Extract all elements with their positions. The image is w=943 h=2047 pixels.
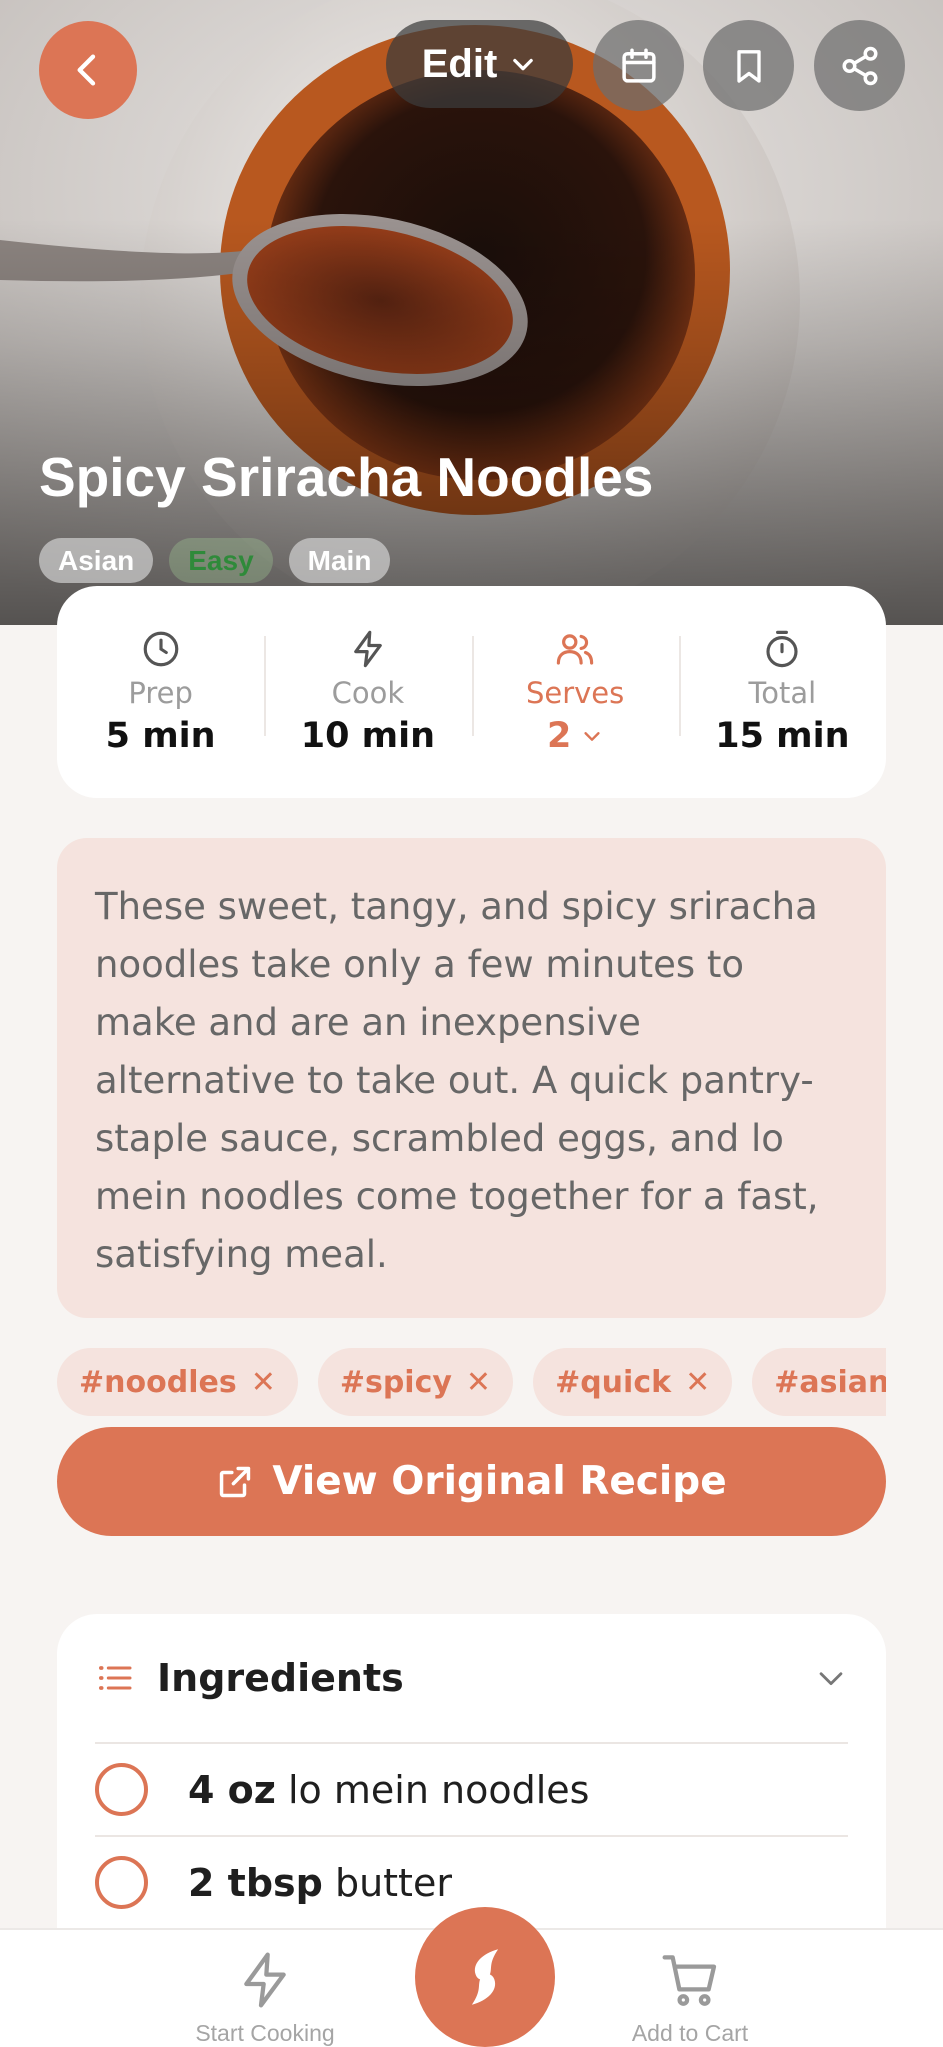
- start-cooking-label: Start Cooking: [195, 2020, 335, 2046]
- share-button[interactable]: [814, 20, 905, 111]
- calendar-button[interactable]: [593, 20, 684, 111]
- stat-serves[interactable]: Serves 2: [471, 628, 679, 756]
- tag-cuisine: Asian: [39, 538, 154, 583]
- list-icon: [99, 1666, 132, 1690]
- stat-prep: Prep 5 min: [57, 628, 264, 756]
- bookmark-icon: [736, 49, 761, 83]
- stat-prep-value: 5 min: [105, 716, 216, 756]
- ingredient-quantity: 2 tbsp: [188, 1860, 323, 1905]
- chevron-left-icon: [77, 54, 96, 86]
- clock-icon: [143, 631, 178, 667]
- stat-serves-value: 2: [546, 716, 572, 756]
- ingredient-quantity: 4 oz: [188, 1767, 276, 1812]
- tag-difficulty: Easy: [169, 538, 273, 583]
- stat-cook-value: 10 min: [300, 716, 436, 756]
- stat-total: Total 15 min: [678, 628, 886, 756]
- add-to-cart-label: Add to Cart: [631, 2020, 749, 2046]
- cart-icon: [662, 1955, 717, 2006]
- share-icon: [842, 46, 877, 85]
- start-cooking-button[interactable]: Start Cooking: [190, 1948, 340, 2047]
- ingredient-text: 4 oz lo mein noodles: [188, 1768, 589, 1812]
- recipe-stats-card: Prep 5 min Cook 10 min Serves 2 Total 15…: [57, 586, 886, 798]
- hashtag-label: #noodles: [79, 1364, 237, 1400]
- stopwatch-icon: [766, 630, 798, 668]
- users-icon: [556, 634, 594, 665]
- external-link-icon: [220, 1466, 251, 1497]
- stat-prep-label: Prep: [128, 676, 193, 710]
- ingredient-checkbox[interactable]: [95, 1856, 148, 1909]
- chevron-down-icon: [513, 58, 534, 71]
- hashtag-label: #quick: [555, 1364, 672, 1400]
- stat-total-value: 15 min: [715, 716, 850, 756]
- view-original-recipe-button[interactable]: View Original Recipe: [57, 1427, 886, 1536]
- remove-icon[interactable]: ✕: [251, 1365, 276, 1400]
- hashtag-label: #spicy: [339, 1364, 452, 1400]
- stat-cook-label: Cook: [331, 676, 405, 710]
- ingredient-text: 2 tbsp butter: [188, 1861, 452, 1905]
- chevron-down-icon[interactable]: [814, 1661, 848, 1695]
- bolt-icon: [244, 1952, 286, 2008]
- servings-selector[interactable]: 2: [547, 716, 603, 756]
- hashtag-chip[interactable]: #spicy ✕: [317, 1348, 514, 1416]
- hashtag-list: #noodles ✕ #spicy ✕ #quick ✕ #asian ✕: [57, 1348, 886, 1416]
- edit-label: Edit: [421, 41, 498, 86]
- remove-icon[interactable]: ✕: [466, 1365, 491, 1400]
- remove-icon[interactable]: ✕: [685, 1365, 710, 1400]
- recipe-tags: Asian Easy Main: [39, 538, 391, 583]
- ingredients-title: Ingredients: [157, 1656, 404, 1700]
- stat-total-label: Total: [748, 676, 817, 710]
- assistant-fab-button[interactable]: [415, 1907, 555, 2047]
- ingredients-header[interactable]: Ingredients: [95, 1614, 848, 1744]
- hashtag-chip[interactable]: #asian ✕: [752, 1348, 886, 1416]
- ingredient-item[interactable]: 4 oz lo mein noodles: [95, 1744, 848, 1837]
- recipe-description: These sweet, tangy, and spicy sriracha n…: [57, 838, 886, 1318]
- view-original-label: View Original Recipe: [272, 1459, 727, 1504]
- chevron-down-icon: [584, 732, 600, 741]
- tag-course: Main: [288, 538, 391, 583]
- calendar-icon: [621, 48, 656, 83]
- ingredient-name: butter: [334, 1860, 452, 1905]
- stat-serves-label: Serves: [525, 676, 625, 710]
- back-button[interactable]: [39, 21, 137, 119]
- edit-dropdown-button[interactable]: Edit: [386, 20, 573, 108]
- ingredient-name: lo mein noodles: [288, 1767, 590, 1812]
- ingredient-checkbox[interactable]: [95, 1763, 148, 1816]
- stat-cook: Cook 10 min: [264, 628, 471, 756]
- bookmark-button[interactable]: [703, 20, 794, 111]
- recipe-title: Spicy Sriracha Noodles: [39, 446, 654, 508]
- hashtag-chip[interactable]: #noodles ✕: [57, 1348, 298, 1416]
- hashtag-label: #asian: [774, 1364, 886, 1400]
- leaf-icon: [471, 1949, 499, 2005]
- add-to-cart-button[interactable]: Add to Cart: [620, 1948, 760, 2047]
- hashtag-chip[interactable]: #quick ✕: [533, 1348, 733, 1416]
- bolt-icon: [354, 630, 382, 668]
